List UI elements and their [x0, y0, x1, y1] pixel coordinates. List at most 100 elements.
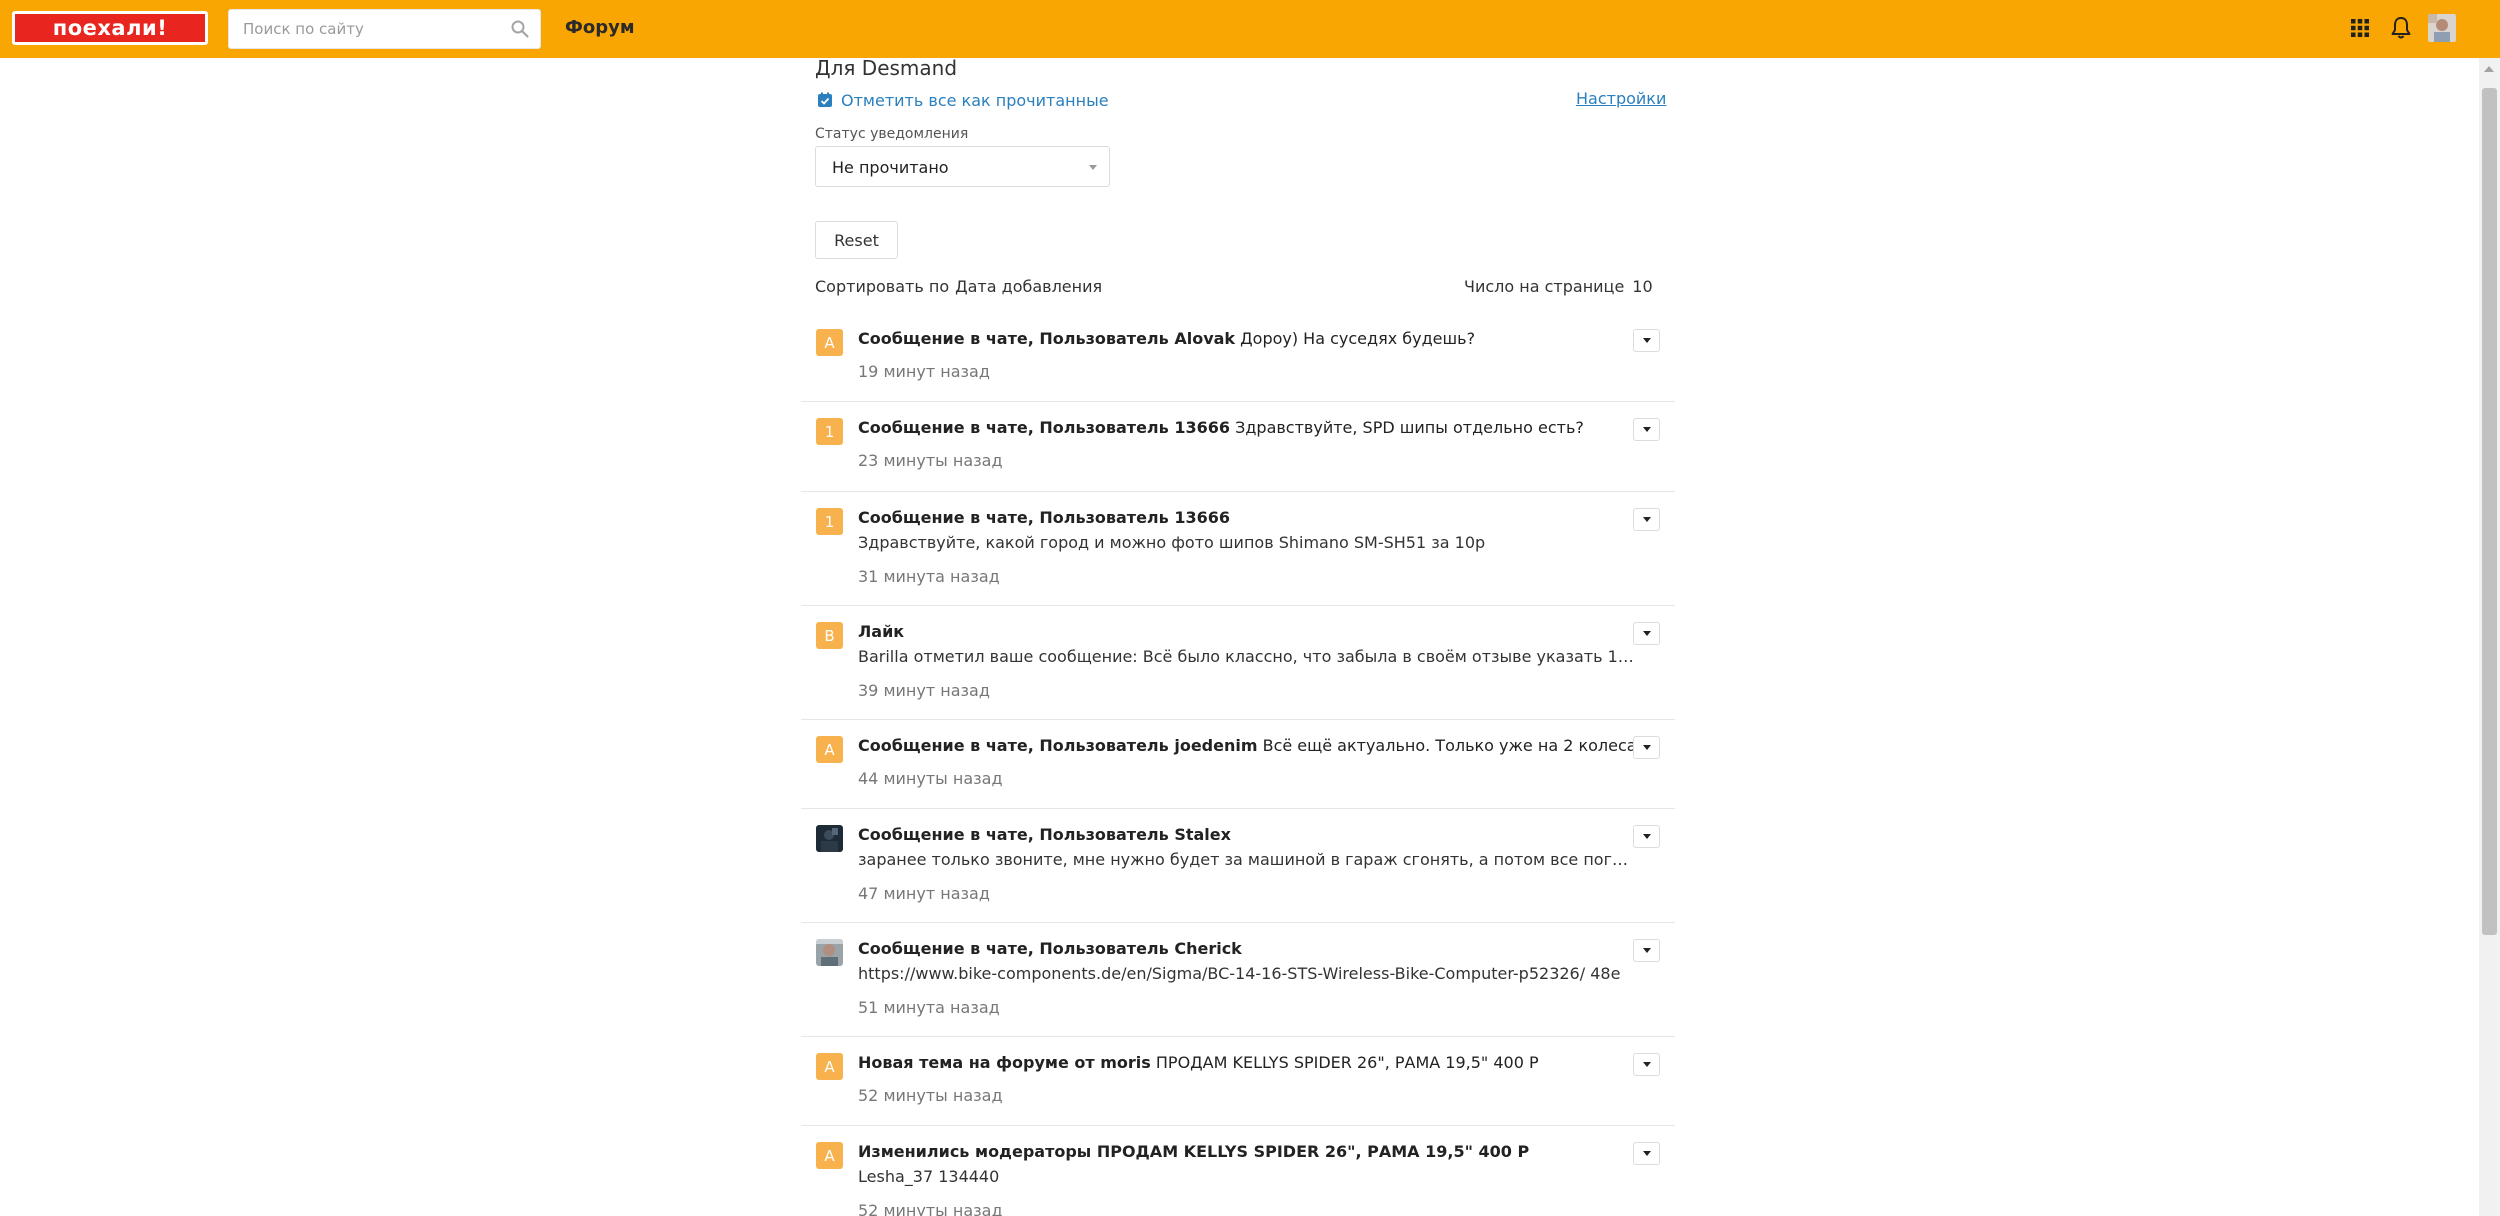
notification-title-text: Всё ещё актуально. Только уже на 2 колес…	[1257, 736, 1638, 755]
sort-control[interactable]: Сортировать по Дата добавления	[815, 277, 1102, 296]
caret-down-icon	[1643, 834, 1651, 839]
notification-title-text: ПРОДАМ KELLYS SPIDER 26", РАМА 19,5" 400…	[1150, 1053, 1539, 1072]
notification-title[interactable]: Сообщение в чате, Пользователь 13666 Здр…	[858, 418, 1638, 437]
user-initial-badge: B	[816, 622, 843, 649]
notification-body: Lesha_37 134440	[858, 1167, 1000, 1186]
notification-item[interactable]: 1 Сообщение в чате, Пользователь 13666 З…	[801, 492, 1675, 606]
notification-menu-button[interactable]	[1633, 418, 1660, 441]
notification-time: 31 минута назад	[858, 567, 1000, 586]
notification-title-bold: Сообщение в чате, Пользователь joedenim	[858, 736, 1258, 755]
caret-down-icon	[1643, 517, 1651, 522]
page-scrollbar[interactable]	[2479, 58, 2500, 1216]
notification-title-text: Здравствуйте, SPD шипы отдельно есть?	[1230, 418, 1584, 437]
notification-time: 52 минуты назад	[858, 1086, 1003, 1105]
search-icon[interactable]	[510, 19, 530, 39]
notification-item[interactable]: A Сообщение в чате, Пользователь Alovak …	[801, 313, 1675, 402]
per-page-label: Число на странице	[1464, 277, 1625, 296]
notification-title-text: Дороу) На суседях будешь?	[1235, 329, 1476, 348]
notification-item[interactable]: 1 Сообщение в чате, Пользователь 13666 З…	[801, 402, 1675, 492]
chevron-down-icon	[1089, 165, 1097, 170]
notification-menu-button[interactable]	[1633, 329, 1660, 352]
notification-item[interactable]: A Сообщение в чате, Пользователь joedeni…	[801, 720, 1675, 809]
scroll-thumb[interactable]	[2482, 88, 2497, 935]
forum-link[interactable]: Форум	[565, 17, 635, 38]
search-input[interactable]	[229, 10, 499, 48]
user-initial-badge: 1	[816, 418, 843, 445]
caret-down-icon	[1643, 631, 1651, 636]
notification-title[interactable]: Сообщение в чате, Пользователь Stalex	[858, 825, 1638, 844]
notification-body: Barilla отметил ваше сообщение: Всё было…	[858, 647, 1638, 666]
search-box	[228, 9, 541, 49]
notification-menu-button[interactable]	[1633, 825, 1660, 848]
notification-title-bold: Сообщение в чате, Пользователь 13666	[858, 508, 1230, 527]
notification-item[interactable]: A Изменились модераторы ПРОДАМ KELLYS SP…	[801, 1126, 1675, 1216]
mark-all-read-label: Отметить все как прочитанные	[841, 90, 1109, 110]
reset-button[interactable]: Reset	[815, 221, 898, 259]
notification-body: заранее только звоните, мне нужно будет …	[858, 850, 1638, 869]
notification-title-bold: Лайк	[858, 622, 905, 641]
scroll-up-arrow-icon[interactable]	[2484, 66, 2494, 72]
caret-down-icon	[1643, 1062, 1651, 1067]
status-filter-label: Статус уведомления	[815, 126, 969, 142]
notification-menu-button[interactable]	[1633, 736, 1660, 759]
mark-read-icon	[818, 92, 832, 107]
sort-label: Сортировать по	[815, 277, 950, 296]
notification-title-bold: Изменились модераторы ПРОДАМ KELLYS SPID…	[858, 1142, 1530, 1161]
notification-title-bold: Новая тема на форуме от moris	[858, 1053, 1151, 1072]
notification-menu-button[interactable]	[1633, 1142, 1660, 1165]
notification-title[interactable]: Новая тема на форуме от moris ПРОДАМ KEL…	[858, 1053, 1638, 1072]
notification-time: 52 минуты назад	[858, 1201, 1003, 1216]
notification-time: 39 минут назад	[858, 681, 990, 700]
caret-down-icon	[1643, 948, 1651, 953]
notification-time: 44 минуты назад	[858, 769, 1003, 788]
notification-time: 19 минут назад	[858, 362, 990, 381]
notification-menu-button[interactable]	[1633, 1053, 1660, 1076]
notification-menu-button[interactable]	[1633, 939, 1660, 962]
notification-time: 51 минута назад	[858, 998, 1000, 1017]
sort-value[interactable]: Дата добавления	[955, 277, 1102, 296]
notification-title[interactable]: Сообщение в чате, Пользователь joedenim …	[858, 736, 1638, 755]
notification-item[interactable]: Сообщение в чате, Пользователь Cherick h…	[801, 923, 1675, 1037]
top-bar: поехали! Форум	[0, 0, 2500, 58]
notification-item[interactable]: Сообщение в чате, Пользователь Stalex за…	[801, 809, 1675, 923]
per-page-value[interactable]: 10	[1632, 277, 1652, 296]
caret-down-icon	[1643, 338, 1651, 343]
notification-title-bold: Сообщение в чате, Пользователь 13666	[858, 418, 1230, 437]
status-filter-select[interactable]: Не прочитано	[815, 146, 1110, 187]
per-page-control[interactable]: Число на странице 10	[1464, 277, 1653, 296]
caret-down-icon	[1643, 745, 1651, 750]
page-title: Для Desmand	[815, 56, 958, 80]
notification-menu-button[interactable]	[1633, 508, 1660, 531]
user-avatar	[816, 939, 843, 966]
mark-all-read-link[interactable]: Отметить все как прочитанные	[817, 89, 1109, 111]
user-initial-badge: A	[816, 1053, 843, 1080]
caret-down-icon	[1643, 427, 1651, 432]
notification-menu-button[interactable]	[1633, 622, 1660, 645]
notification-item[interactable]: B Лайк Barilla отметил ваше сообщение: В…	[801, 606, 1675, 720]
settings-link[interactable]: Настройки	[1576, 89, 1666, 108]
user-avatar[interactable]	[2428, 14, 2456, 42]
user-avatar	[816, 825, 843, 852]
caret-down-icon	[1643, 1151, 1651, 1156]
notification-title[interactable]: Сообщение в чате, Пользователь Alovak До…	[858, 329, 1638, 348]
site-logo[interactable]: поехали!	[12, 11, 208, 45]
notification-body: https://www.bike-components.de/en/Sigma/…	[858, 964, 1621, 983]
notification-time: 47 минут назад	[858, 884, 990, 903]
notification-body: Здравствуйте, какой город и можно фото ш…	[858, 533, 1486, 552]
status-filter-value: Не прочитано	[832, 158, 949, 177]
notification-title[interactable]: Лайк	[858, 622, 1638, 641]
notification-time: 23 минуты назад	[858, 451, 1003, 470]
notification-title-bold: Сообщение в чате, Пользователь Cherick	[858, 939, 1242, 958]
logo-text: поехали!	[52, 16, 168, 40]
notification-title-bold: Сообщение в чате, Пользователь Alovak	[858, 329, 1236, 348]
user-initial-badge: A	[816, 736, 843, 763]
notification-title-bold: Сообщение в чате, Пользователь Stalex	[858, 825, 1231, 844]
notification-title[interactable]: Сообщение в чате, Пользователь 13666	[858, 508, 1638, 527]
user-initial-badge: A	[816, 329, 843, 356]
user-initial-badge: A	[816, 1142, 843, 1169]
notification-title[interactable]: Изменились модераторы ПРОДАМ KELLYS SPID…	[858, 1142, 1638, 1161]
apps-grid-icon[interactable]	[2350, 18, 2370, 38]
notification-title[interactable]: Сообщение в чате, Пользователь Cherick	[858, 939, 1638, 958]
bell-icon[interactable]	[2390, 16, 2412, 40]
notification-item[interactable]: A Новая тема на форуме от moris ПРОДАМ K…	[801, 1037, 1675, 1126]
